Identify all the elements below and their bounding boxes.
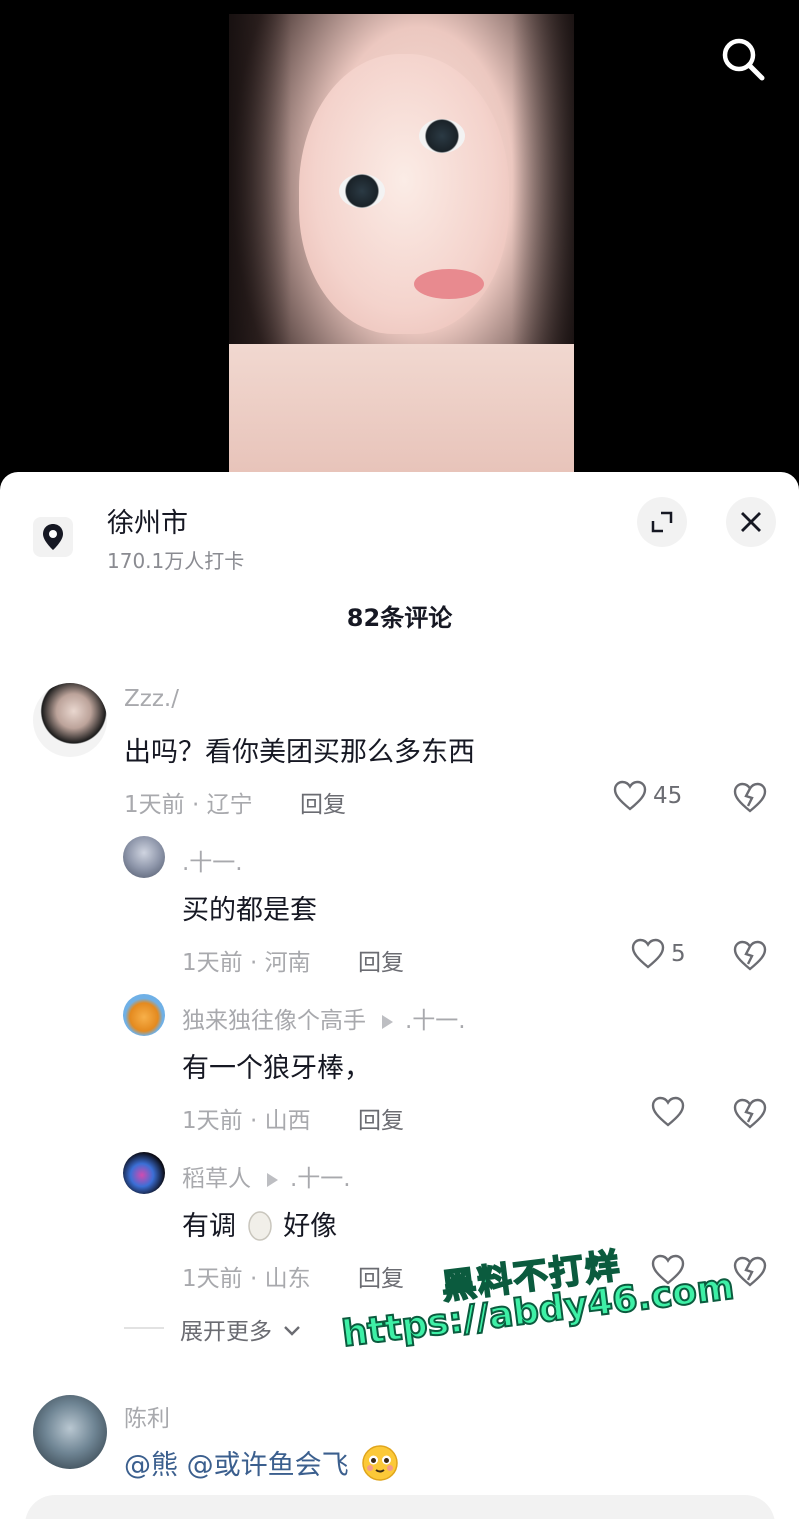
reply-text: 有调 好像 [182, 1204, 337, 1243]
reply-time-location: 1天前 · 山东 [182, 1266, 311, 1292]
location-checkins: 170.1万人打卡 [107, 549, 245, 573]
video-frame[interactable] [229, 14, 574, 484]
expand-divider [124, 1327, 164, 1329]
smiling-emoji-icon [362, 1445, 398, 1481]
reply-to-username[interactable]: .十一. [290, 1166, 351, 1192]
chevron-down-icon [284, 1326, 301, 1336]
reply-to-arrow-icon [267, 1172, 278, 1187]
close-button[interactable] [726, 497, 776, 547]
reply-username-text[interactable]: 独来独往像个高手 [182, 1008, 366, 1034]
reply-time-location: 1天前 · 山西 [182, 1108, 311, 1134]
video-image-eye [339, 174, 385, 208]
reply-username[interactable]: .十一. [182, 843, 243, 877]
reply-text-part: 有调 [182, 1211, 236, 1242]
like-count: 45 [653, 783, 683, 809]
reply-button[interactable]: 回复 [358, 1259, 404, 1293]
like-count: 5 [671, 941, 686, 967]
video-image-body [229, 344, 574, 484]
reply-button[interactable]: 回复 [358, 1101, 404, 1135]
avatar[interactable] [123, 994, 165, 1036]
avatar[interactable] [123, 1152, 165, 1194]
comment-username[interactable]: 陈利 [124, 1399, 170, 1433]
reply-to-arrow-icon [382, 1014, 393, 1029]
avatar[interactable] [33, 683, 107, 757]
location-title[interactable]: 徐州市 [107, 501, 188, 540]
reply-text: 有一个狼牙棒， [182, 1053, 371, 1084]
location-pin-icon [43, 524, 63, 550]
video-image-lips [414, 269, 484, 299]
like-button[interactable] [651, 1096, 685, 1128]
comment-text: 出吗？看你美团买那么多东西 [124, 737, 475, 768]
expand-icon [651, 511, 673, 533]
reply-time-location: 1天前 · 河南 [182, 950, 311, 976]
heart-icon [631, 938, 665, 969]
avatar[interactable] [33, 1395, 107, 1469]
expand-more-button[interactable]: 展开更多 [180, 1312, 301, 1346]
mention-link[interactable]: @或许鱼会飞 [187, 1450, 349, 1481]
close-icon [741, 512, 761, 532]
comment-username[interactable]: Zzz./ [124, 686, 179, 712]
avatar[interactable] [123, 836, 165, 878]
reply-button[interactable]: 回复 [358, 943, 404, 977]
reply-username[interactable]: 稻草人 .十一. [182, 1159, 351, 1193]
egg-emoji-icon [247, 1211, 272, 1241]
broken-heart-icon[interactable] [733, 939, 767, 973]
comment-text: @熊 @或许鱼会飞 [124, 1443, 399, 1482]
reply-text: 买的都是套 [182, 895, 317, 926]
comment-count: 82条评论 [346, 604, 453, 632]
expand-more-label[interactable]: 展开更多 [180, 1319, 272, 1345]
like-button[interactable]: 5 [631, 938, 686, 970]
video-player[interactable] [0, 0, 799, 500]
broken-heart-icon[interactable] [733, 1097, 767, 1131]
reply-text-part: 好像 [283, 1211, 338, 1242]
reply-button[interactable]: 回复 [300, 785, 346, 819]
search-button[interactable] [718, 34, 768, 84]
broken-heart-icon[interactable] [733, 1255, 767, 1289]
heart-icon [651, 1096, 685, 1127]
like-button[interactable]: 45 [613, 780, 682, 812]
reply-to-username[interactable]: .十一. [405, 1008, 466, 1034]
comment-time-location: 1天前 · 辽宁 [124, 792, 253, 818]
video-image-eye [419, 119, 465, 153]
expand-button[interactable] [637, 497, 687, 547]
reply-username-text[interactable]: 稻草人 [182, 1166, 251, 1192]
reply-username[interactable]: 独来独往像个高手 .十一. [182, 1001, 466, 1035]
broken-heart-icon[interactable] [733, 781, 767, 815]
mention-link[interactable]: @熊 [124, 1450, 178, 1481]
heart-icon [651, 1254, 685, 1285]
location-badge[interactable] [33, 517, 73, 557]
heart-icon [613, 780, 647, 811]
comment-input-bar[interactable] [25, 1495, 775, 1519]
search-icon [722, 38, 765, 81]
like-button[interactable] [651, 1254, 685, 1286]
